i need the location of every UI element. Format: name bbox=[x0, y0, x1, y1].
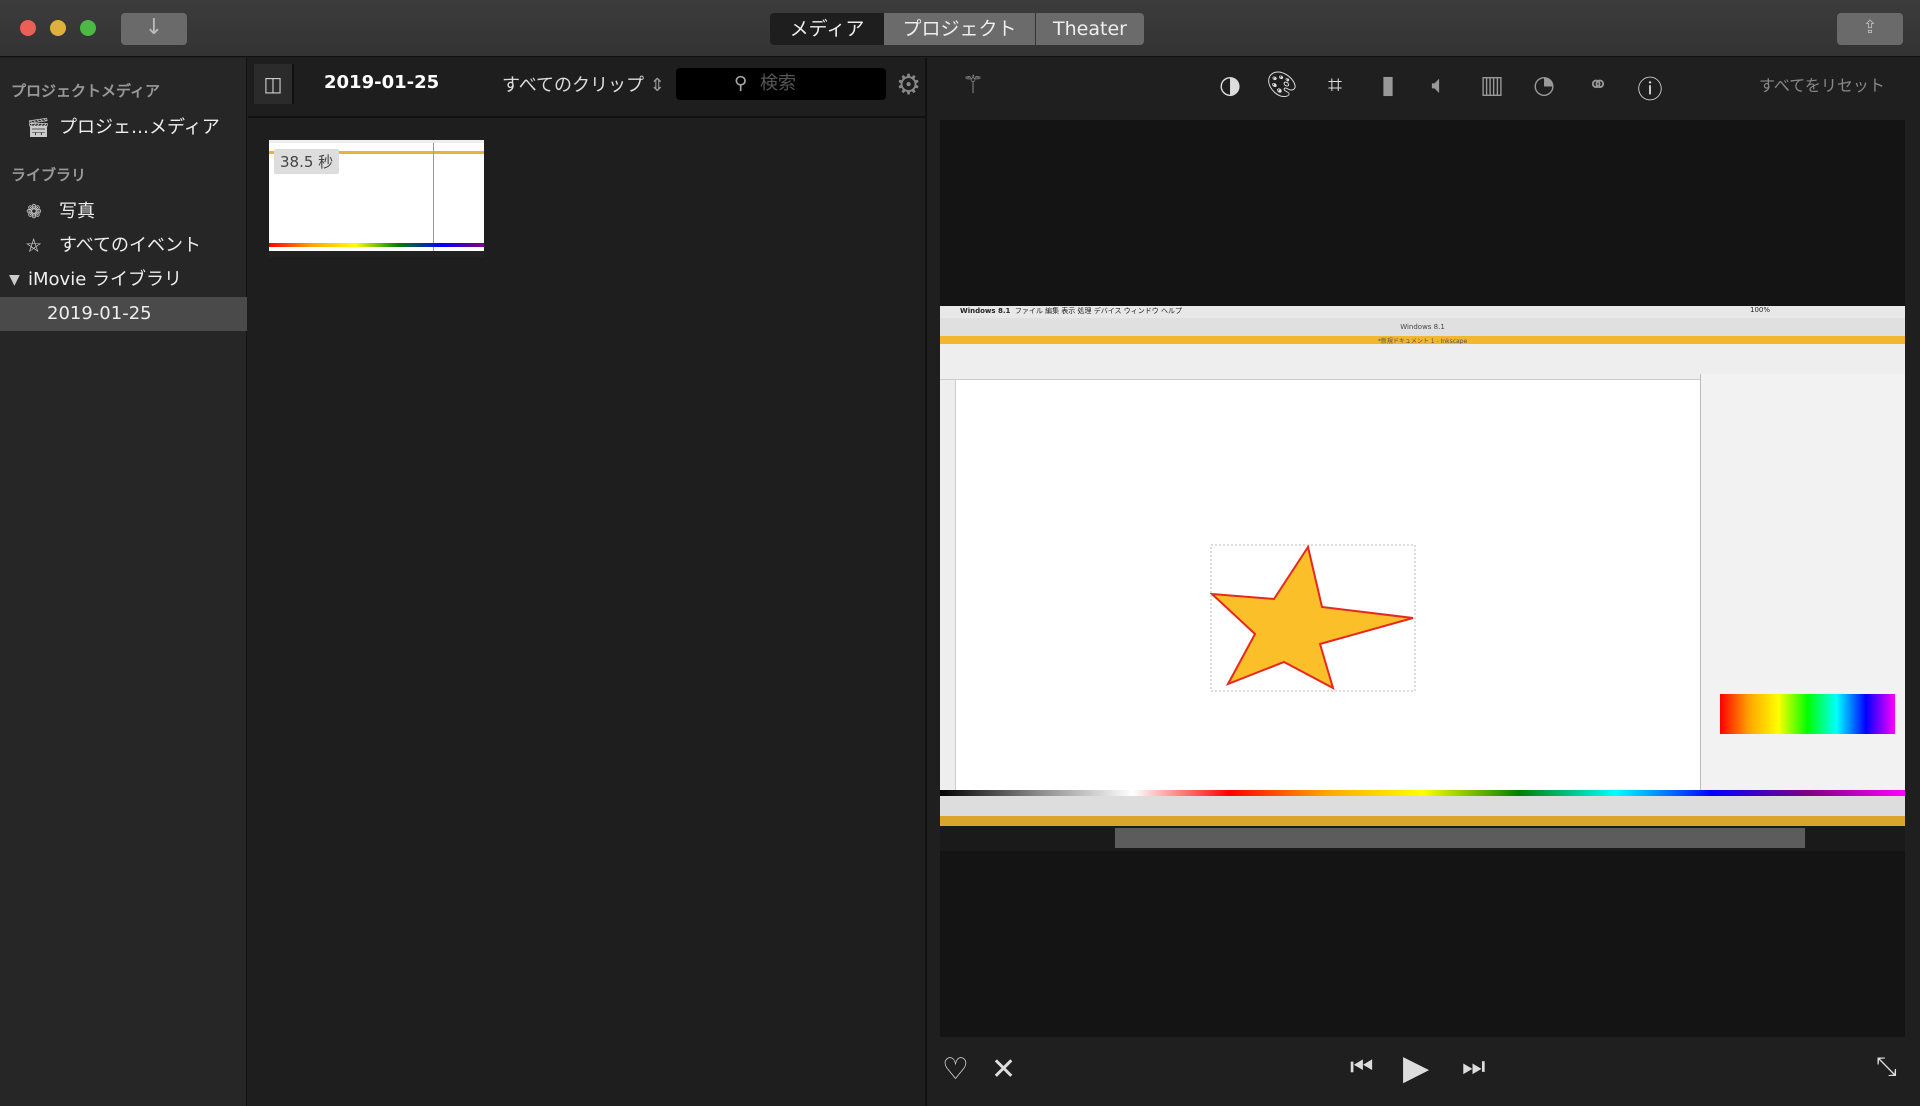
color-balance-icon[interactable]: ◑ bbox=[1212, 70, 1248, 99]
magic-wand-icon[interactable]: ⚚ bbox=[955, 70, 991, 99]
volume-icon[interactable]: 🔈︎ bbox=[1421, 70, 1457, 100]
skip-forward-icon[interactable]: ⏭ bbox=[1462, 1052, 1485, 1083]
browser-toolbar: ◫ 2019-01-25 すべてのクリップ ⇕ ⚲ 検索 ⚙ bbox=[248, 58, 927, 118]
play-icon[interactable]: ▶ bbox=[1403, 1048, 1429, 1088]
zoom-button[interactable] bbox=[80, 20, 96, 36]
search-input[interactable]: ⚲ 検索 bbox=[676, 68, 886, 100]
sidebar-item-event[interactable]: 2019-01-25 bbox=[0, 297, 247, 331]
share-icon: ⇪ bbox=[1862, 17, 1878, 38]
noise-reduction-icon[interactable]: ▥ bbox=[1474, 70, 1510, 99]
libraries-sidebar: プロジェクトメディア 🎬︎ プロジェ…メディア ライブラリ ❁ 写真 ⛤ すべてのイベ… bbox=[0, 58, 247, 1106]
reset-all-button[interactable]: すべてをリセット bbox=[1759, 72, 1885, 96]
clip-duration-badge: 38.5 秒 bbox=[274, 149, 340, 174]
photos-icon: ❁ bbox=[26, 201, 42, 223]
title-bar: ↓ メディア プロジェクト Theater ⇪ bbox=[0, 0, 1920, 57]
tab-theater[interactable]: Theater bbox=[1036, 13, 1144, 45]
fullscreen-icon[interactable]: ⤡ bbox=[1876, 1052, 1897, 1083]
gear-icon[interactable]: ⚙ bbox=[896, 68, 921, 101]
speed-icon[interactable]: ◔ bbox=[1526, 70, 1562, 99]
sidebar-item-all-events[interactable]: ⛤ すべてのイベント bbox=[0, 229, 247, 263]
video-doc-title: *新規ドキュメント 1 - Inkscape bbox=[940, 336, 1905, 345]
arrow-down-icon: ↓ bbox=[144, 15, 164, 40]
media-browser: ◫ 2019-01-25 すべてのクリップ ⇕ ⚲ 検索 ⚙ 38.5 秒 bbox=[248, 58, 927, 1106]
video-window-title: Windows 8.1 bbox=[940, 318, 1905, 336]
disclosure-triangle-icon[interactable]: ▼ bbox=[9, 263, 20, 297]
tab-projects[interactable]: プロジェクト bbox=[884, 13, 1036, 45]
heart-icon[interactable]: ♡ bbox=[942, 1052, 969, 1087]
viewer: ⚚ ◑ 🎨︎ ⌗ ▮ 🔈︎ ▥ ◔ ⚭ ⓘ すべてをリセット Windows 8… bbox=[929, 58, 1920, 1106]
sidebar-item-library[interactable]: ▼ iMovie ライブラリ bbox=[0, 263, 247, 297]
color-correction-palette-icon[interactable]: 🎨︎ bbox=[1264, 70, 1300, 100]
view-tabs: メディア プロジェクト Theater bbox=[770, 13, 1144, 45]
skip-back-icon[interactable]: ⏮ bbox=[1350, 1052, 1373, 1083]
sidebar-toggle-icon[interactable]: ◫ bbox=[254, 64, 294, 104]
sidebar-item-photos[interactable]: ❁ 写真 bbox=[0, 195, 247, 229]
chevron-updown-icon: ⇕ bbox=[649, 75, 665, 96]
browser-title: 2019-01-25 bbox=[324, 72, 440, 93]
minimize-button[interactable] bbox=[50, 20, 66, 36]
star-shape bbox=[1210, 544, 1416, 692]
clip-filter-icon[interactable]: ⚭ bbox=[1580, 70, 1616, 99]
library-header: ライブラリ bbox=[11, 166, 87, 184]
stabilization-icon[interactable]: ▮ bbox=[1370, 70, 1406, 99]
import-button[interactable]: ↓ bbox=[121, 13, 187, 45]
crop-icon[interactable]: ⌗ bbox=[1317, 70, 1353, 100]
clapper-icon: 🎬︎ bbox=[26, 117, 51, 139]
reject-icon[interactable]: ✕ bbox=[991, 1052, 1016, 1087]
project-media-header: プロジェクトメディア bbox=[11, 82, 160, 100]
dock bbox=[1115, 828, 1805, 848]
clip-thumbnail[interactable]: 38.5 秒 bbox=[269, 140, 484, 257]
share-button[interactable]: ⇪ bbox=[1837, 13, 1903, 45]
video-frame: Windows 8.1 ファイル 編集 表示 処理 デバイス ウィンドウ ヘルプ… bbox=[940, 306, 1905, 851]
info-icon[interactable]: ⓘ bbox=[1632, 70, 1668, 106]
clip-filter-dropdown[interactable]: すべてのクリップ ⇕ bbox=[502, 71, 665, 97]
star-icon: ⛤ bbox=[26, 235, 42, 257]
sidebar-item-project-media[interactable]: 🎬︎ プロジェ…メディア bbox=[0, 111, 247, 145]
star-polygon bbox=[1210, 544, 1414, 690]
search-icon: ⚲ bbox=[734, 73, 748, 94]
video-preview: Windows 8.1 ファイル 編集 表示 処理 デバイス ウィンドウ ヘルプ… bbox=[940, 120, 1905, 1037]
close-button[interactable] bbox=[20, 20, 36, 36]
tab-media[interactable]: メディア bbox=[770, 13, 884, 45]
video-menubar: Windows 8.1 ファイル 編集 表示 処理 デバイス ウィンドウ ヘルプ… bbox=[940, 306, 1905, 318]
